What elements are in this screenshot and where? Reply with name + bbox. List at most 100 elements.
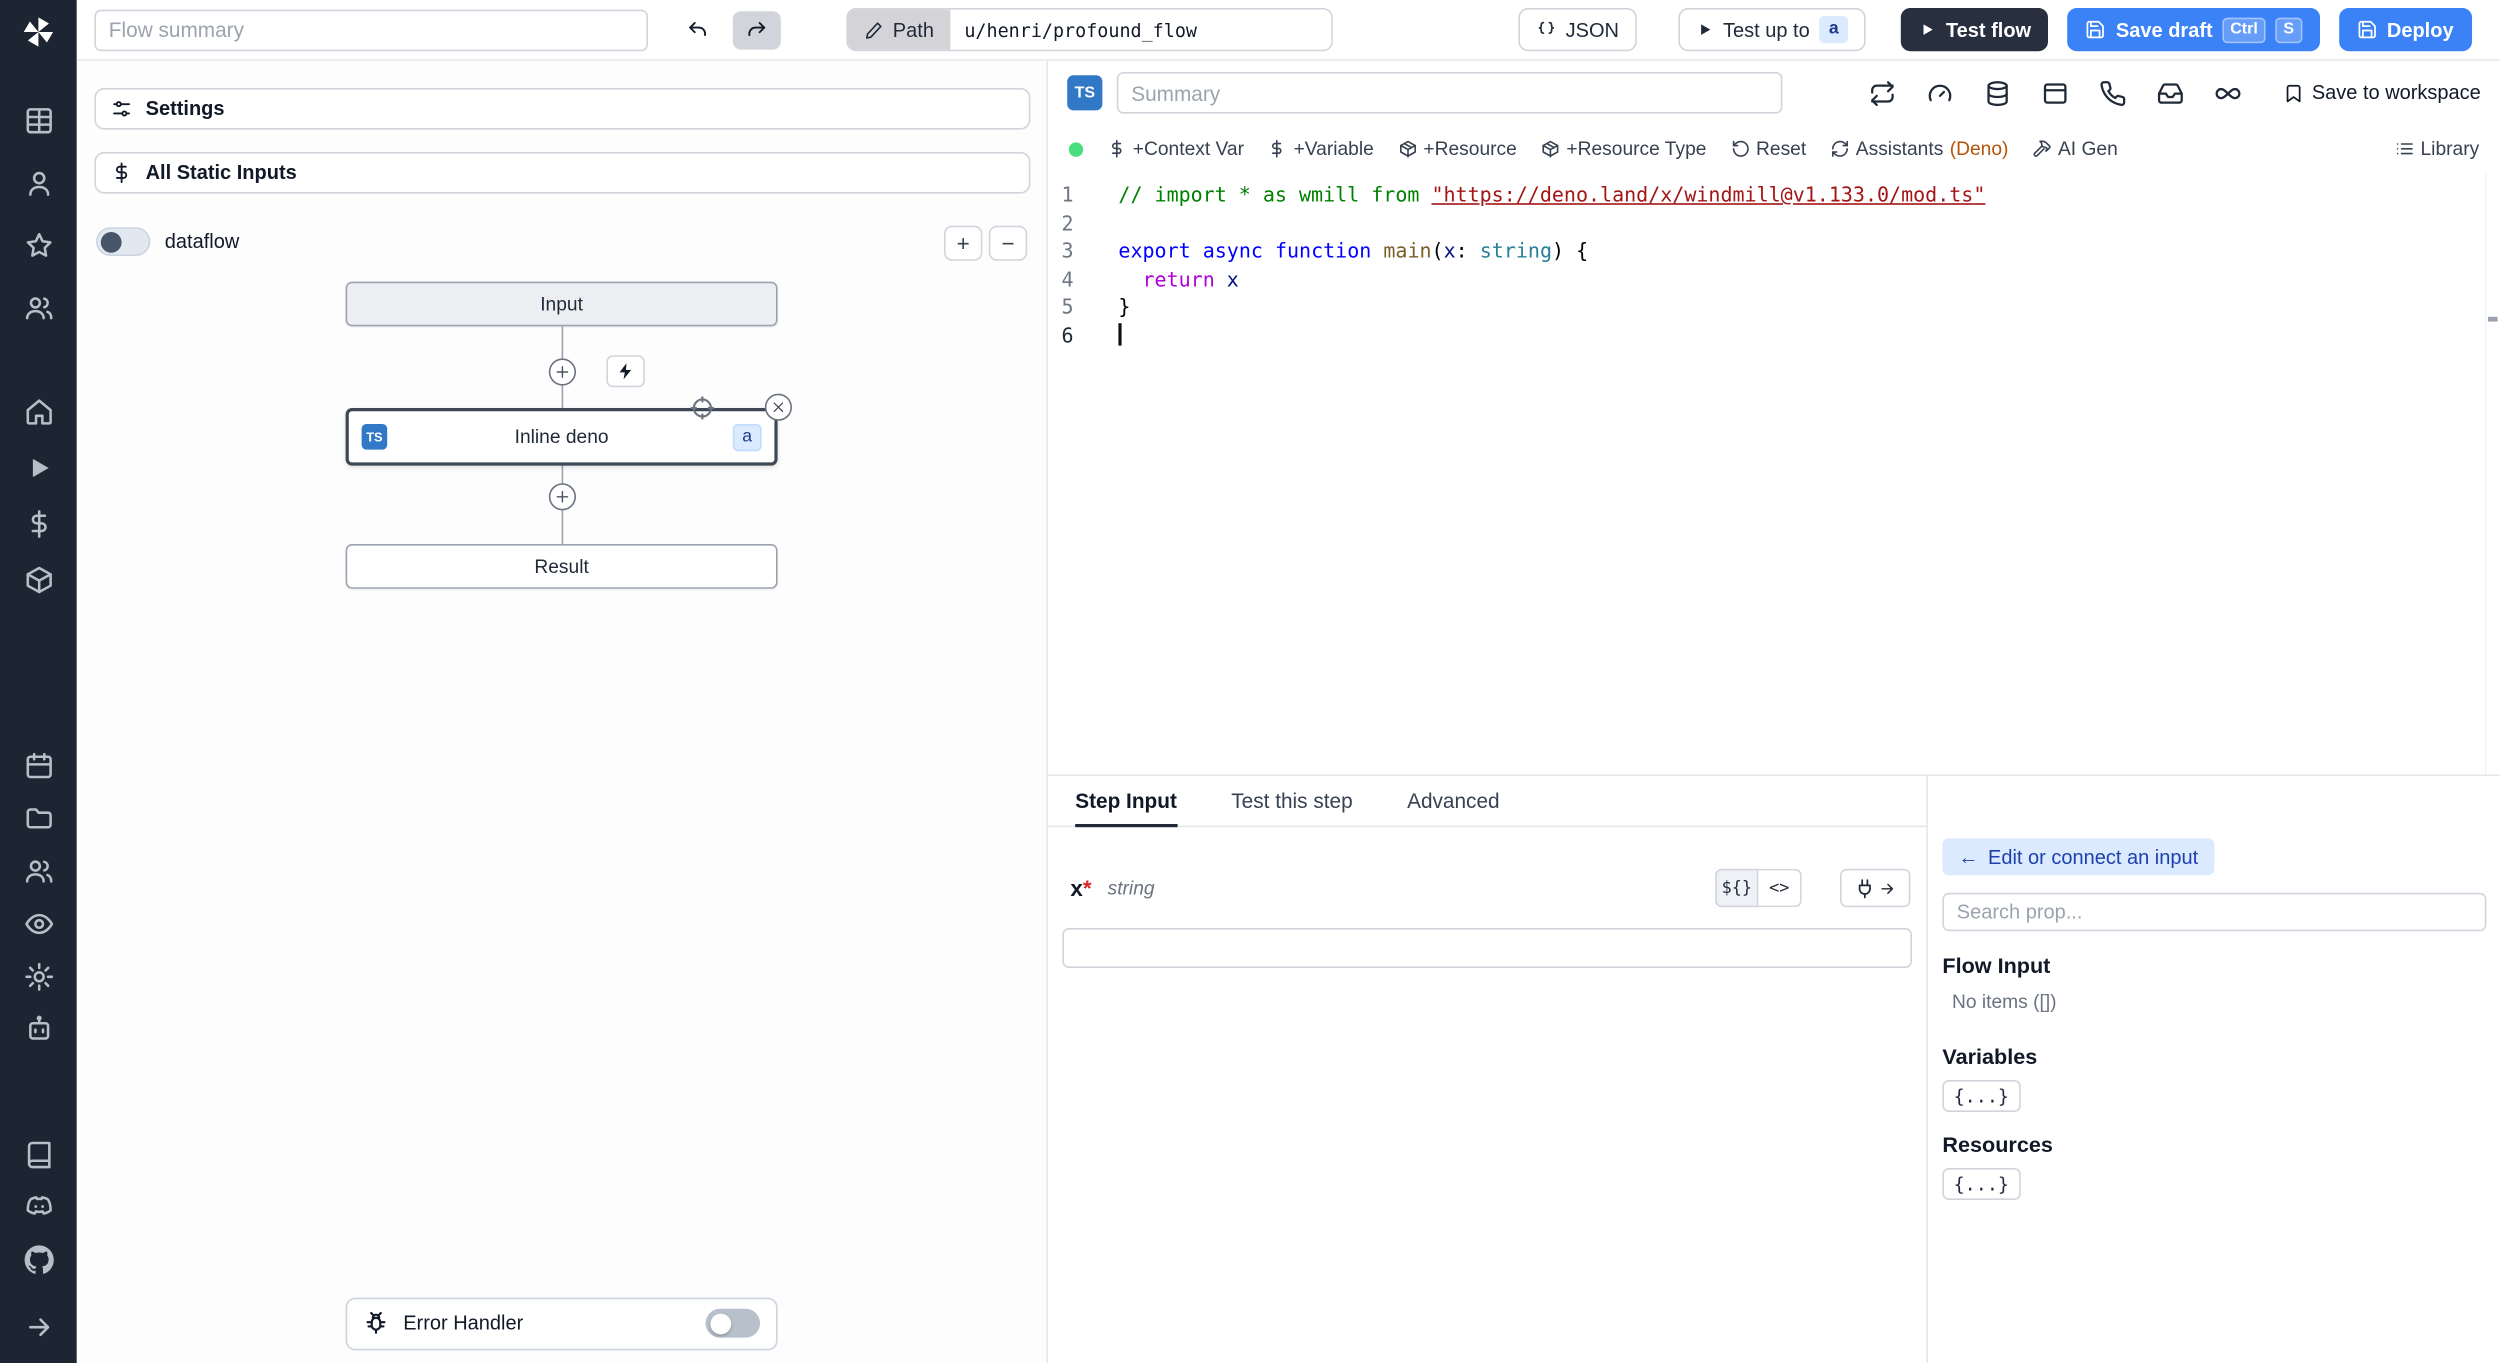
rail-discord-button[interactable] xyxy=(13,1190,64,1222)
arg-actions: ${} <> xyxy=(1715,868,1911,908)
rail-group-2 xyxy=(13,749,64,1045)
json-label: JSON xyxy=(1565,18,1619,41)
rail-calendar-button[interactable] xyxy=(13,749,64,781)
flow-node-input[interactable]: Input xyxy=(345,281,778,327)
rail-star-button[interactable] xyxy=(13,229,64,261)
save-draft-label: Save draft xyxy=(2115,18,2213,41)
move-step-button[interactable] xyxy=(690,395,716,421)
kbd-s: S xyxy=(2275,16,2303,43)
assistants-button[interactable]: Assistants (Deno) xyxy=(1830,138,2008,160)
rail-bot-button[interactable] xyxy=(13,1013,64,1045)
rail-settings-button[interactable] xyxy=(13,960,64,992)
repeat-icon[interactable] xyxy=(1869,79,1896,106)
flow-settings-button[interactable]: Settings xyxy=(94,88,1031,130)
edit-or-connect-button[interactable]: ← Edit or connect an input xyxy=(1942,838,2215,876)
code-mode-button[interactable]: <> xyxy=(1758,868,1802,908)
step-id-chip: a xyxy=(732,423,762,451)
flow-summary-input[interactable] xyxy=(94,8,648,51)
undo-icon xyxy=(686,18,708,40)
tab-test-this-step[interactable]: Test this step xyxy=(1231,776,1352,827)
ai-gen-button[interactable]: AI Gen xyxy=(2032,138,2118,160)
add-step-button-top[interactable] xyxy=(548,358,576,386)
flow-node-result[interactable]: Result xyxy=(345,544,778,589)
folder-icon xyxy=(23,802,53,832)
code-line: 6 xyxy=(1048,322,2500,350)
flow-input-title: Flow Input xyxy=(1942,953,2051,978)
tab-advanced[interactable]: Advanced xyxy=(1407,776,1500,827)
step-label: Inline deno xyxy=(514,425,609,448)
phone-icon[interactable] xyxy=(2099,79,2126,106)
code-line: 2 xyxy=(1061,210,1074,235)
calendar-icon xyxy=(23,750,53,780)
error-handler-toggle[interactable] xyxy=(705,1309,760,1339)
code-editor[interactable]: 1// import * as wmill from "https://deno… xyxy=(1048,172,2500,775)
add-variable-button[interactable]: +Variable xyxy=(1268,138,1374,160)
rail-groups xyxy=(0,104,77,1275)
zoom-out-button[interactable]: − xyxy=(988,225,1028,261)
rail-github-button[interactable] xyxy=(13,1243,64,1275)
rail-dollar-button[interactable] xyxy=(13,507,64,539)
database-icon[interactable] xyxy=(1984,79,2011,106)
reset-button[interactable]: Reset xyxy=(1730,138,1806,160)
arrow-right-icon xyxy=(1878,879,1896,897)
rail-users-button[interactable] xyxy=(13,291,64,323)
arrow-right-icon xyxy=(23,1313,53,1343)
add-resource-button[interactable]: +Resource xyxy=(1398,138,1517,160)
dollar-icon xyxy=(23,508,53,538)
search-prop-input[interactable] xyxy=(1942,892,2486,932)
add-trigger-button[interactable] xyxy=(606,355,645,388)
rail-group-3 xyxy=(13,1138,64,1276)
rail-play-button[interactable] xyxy=(13,451,64,483)
step-panel: Step Input Test this step Advanced x * s… xyxy=(1048,776,2500,1363)
template-mode-button[interactable]: ${} xyxy=(1715,868,1759,908)
windmill-logo-icon[interactable] xyxy=(21,14,56,49)
save-to-workspace-button[interactable]: Save to workspace xyxy=(2283,82,2481,104)
inbox-icon[interactable] xyxy=(2157,79,2184,106)
bot-icon xyxy=(23,1014,53,1044)
error-handler-node[interactable]: Error Handler xyxy=(345,1297,778,1351)
test-up-to-label: Test up to xyxy=(1723,18,1810,41)
redo-button[interactable] xyxy=(732,10,781,49)
rail-table-button[interactable] xyxy=(13,104,64,136)
gauge-icon[interactable] xyxy=(1926,79,1953,106)
editor-scrollbar[interactable] xyxy=(2484,172,2500,775)
rail-book-button[interactable] xyxy=(13,1138,64,1170)
bug-icon xyxy=(363,1311,389,1337)
step-summary-input[interactable] xyxy=(1116,72,1783,114)
all-static-inputs-button[interactable]: All Static Inputs xyxy=(94,152,1031,194)
arg-value-input[interactable] xyxy=(1062,928,1912,968)
left-rail xyxy=(0,0,77,1363)
props-sidebar: ← Edit or connect an input Flow Input No… xyxy=(1926,776,2500,1363)
rail-cube-button[interactable] xyxy=(13,563,64,595)
resources-braces-button[interactable]: {...} xyxy=(1942,1168,2021,1200)
rail-home-button[interactable] xyxy=(13,395,64,427)
add-step-button-bottom[interactable] xyxy=(548,483,576,511)
path-input[interactable] xyxy=(949,9,1331,50)
dataflow-toggle[interactable] xyxy=(96,227,151,256)
delete-step-button[interactable] xyxy=(764,393,792,421)
json-button[interactable]: JSON xyxy=(1517,8,1637,52)
code-line: 4 return x xyxy=(1061,266,1239,291)
window-icon[interactable] xyxy=(2041,79,2068,106)
test-flow-button[interactable]: Test flow xyxy=(1901,8,2049,52)
test-up-to-button[interactable]: Test up to a xyxy=(1678,8,1866,52)
library-button[interactable]: Library xyxy=(2395,138,2479,160)
tab-step-input[interactable]: Step Input xyxy=(1075,776,1177,828)
add-context-var-button[interactable]: +Context Var xyxy=(1107,138,1244,160)
user-icon xyxy=(23,167,53,197)
connect-input-button[interactable] xyxy=(1840,868,1911,908)
expand-sidebar-button[interactable] xyxy=(13,1312,64,1344)
rail-eye-button[interactable] xyxy=(13,907,64,939)
undo-button[interactable] xyxy=(674,10,722,48)
rail-folder-button[interactable] xyxy=(13,802,64,834)
infinity-icon[interactable] xyxy=(2214,79,2241,106)
rail-users2-button[interactable] xyxy=(13,854,64,886)
zoom-in-button[interactable]: + xyxy=(944,225,983,261)
add-resource-type-button[interactable]: +Resource Type xyxy=(1541,138,1706,160)
content: Settings All Static Inputs dataflow + − … xyxy=(76,60,2500,1363)
variables-braces-button[interactable]: {...} xyxy=(1942,1080,2021,1112)
deploy-button[interactable]: Deploy xyxy=(2338,8,2472,52)
rail-user-button[interactable] xyxy=(13,166,64,198)
save-draft-button[interactable]: Save draft Ctrl S xyxy=(2067,8,2320,52)
dollar-icon xyxy=(1107,139,1126,158)
